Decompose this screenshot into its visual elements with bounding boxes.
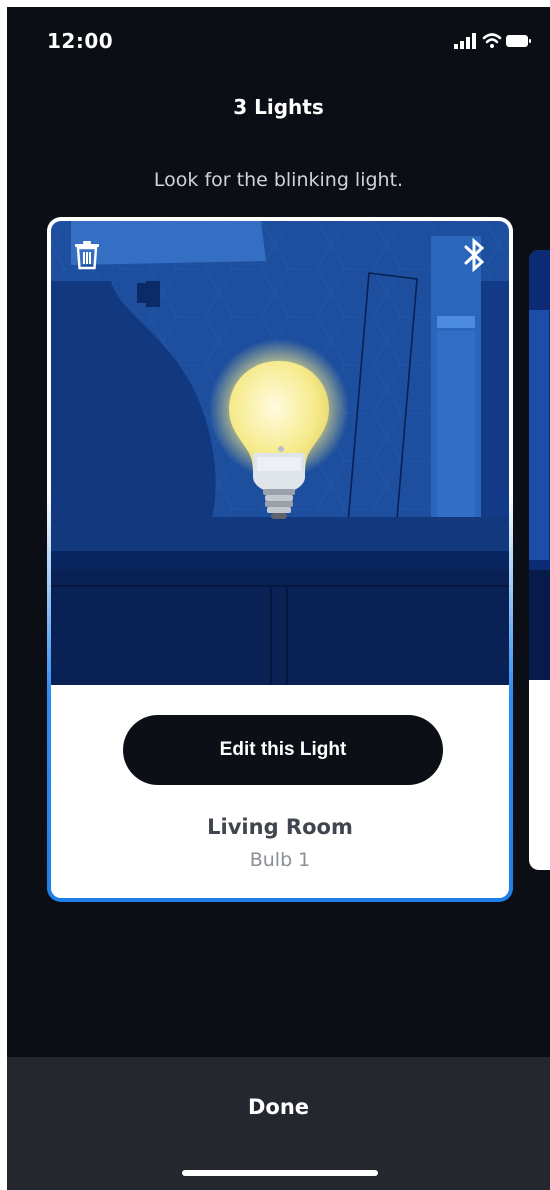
instruction-text: Look for the blinking light. (153, 169, 404, 191)
battery-icon (506, 35, 531, 47)
page-title: 3 Lights (233, 95, 324, 119)
bottom-bar: Done (7, 1057, 550, 1190)
phone-screen: 12:00 3 Lights Look for the blinking lig… (7, 7, 550, 1190)
next-light-card[interactable] (529, 250, 550, 870)
edit-light-button[interactable]: Edit this Light (123, 715, 443, 785)
light-card: Edit this Light Living Room Bulb 1 (47, 217, 513, 902)
next-card-image (529, 250, 550, 680)
light-card-content: Edit this Light Living Room Bulb 1 (51, 221, 509, 898)
room-name: Living Room (207, 815, 353, 839)
status-time: 12:00 (47, 29, 114, 53)
signal-bars-icon (454, 33, 476, 49)
bulb-name: Bulb 1 (249, 849, 311, 871)
home-indicator[interactable] (182, 1170, 378, 1176)
light-illustration (51, 221, 509, 685)
wifi-icon (482, 33, 502, 48)
status-icons (432, 31, 532, 51)
bluetooth-icon[interactable] (457, 235, 493, 275)
trash-icon[interactable] (69, 235, 105, 275)
done-button[interactable]: Done (7, 1057, 550, 1157)
